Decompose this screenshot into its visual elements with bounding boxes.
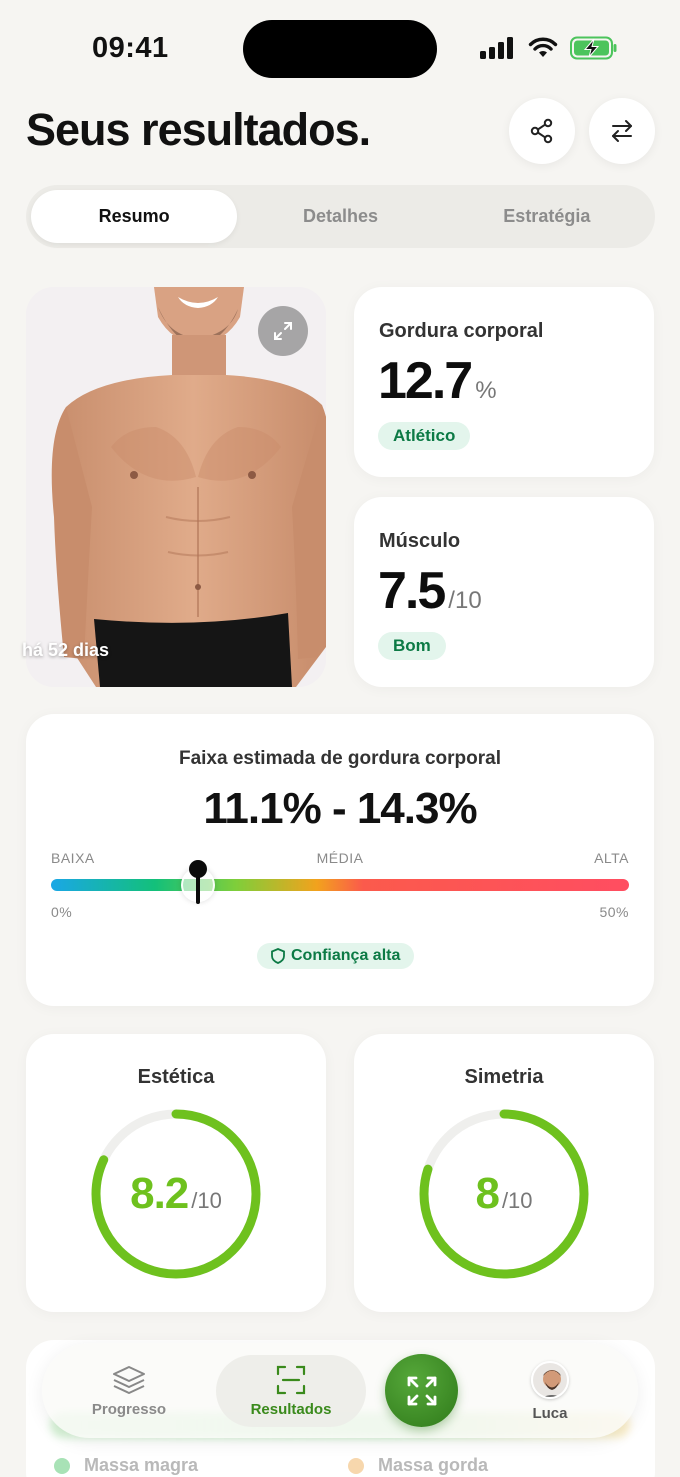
muscle-card[interactable]: Músculo 7.5/10 Bom [354,497,654,687]
scan-frame-icon [276,1365,306,1394]
scale-min-label: 0% [51,904,73,920]
dynamic-island [243,20,437,78]
expand-icon [274,322,292,340]
shield-icon [271,948,285,964]
fat-mass-dot [348,1457,364,1474]
status-bar: 09:41 [0,0,680,100]
segmented-tabs: Resumo Detalhes Estratégia [26,185,655,248]
aesthetics-card[interactable]: Estética 8.2/10 [26,1034,326,1312]
compare-button[interactable] [589,98,655,164]
aesthetics-unit: /10 [191,1188,222,1213]
status-time: 09:41 [92,32,169,64]
legend-fat-mass: Massa gorda [348,1455,488,1476]
lean-mass-dot [54,1457,70,1474]
share-button[interactable] [509,98,575,164]
muscle-number: 7.5 [378,562,446,620]
range-marker-stem [195,874,200,904]
confidence-text: Confiança alta [291,947,401,964]
aesthetics-label: Estética [137,1066,215,1088]
nav-results-label: Resultados [250,1400,332,1418]
layers-icon [113,1365,145,1394]
page-title: Seus resultados. [26,104,371,155]
muscle-badge: Bom [378,632,446,660]
symmetry-card[interactable]: Simetria 8/10 [354,1034,654,1312]
aesthetics-value: 8.2 [130,1169,189,1218]
aesthetics-score: 8.2/10 [26,1169,326,1219]
body-fat-label: Gordura corporal [379,320,544,342]
expand-photo-button[interactable] [258,306,308,356]
legend-lean-mass: Massa magra [54,1455,198,1476]
scale-high-label: ALTA [594,850,629,866]
confidence-badge: Confiança alta [257,943,415,969]
tab-resumo[interactable]: Resumo [31,190,238,243]
nav-progress-label: Progresso [91,1400,167,1418]
muscle-label: Músculo [379,530,461,552]
body-fat-range-card: Faixa estimada de gordura corporal 11.1%… [26,714,654,1006]
tab-estrategia[interactable]: Estratégia [444,190,650,243]
avatar [531,1360,569,1399]
share-icon [530,118,553,144]
symmetry-unit: /10 [501,1188,533,1213]
nav-results[interactable]: Resultados [216,1355,366,1427]
nav-profile-label: Luca [532,1404,568,1422]
photo-date-caption: há 52 dias [22,640,110,660]
muscle-value: 7.5/10 [378,561,482,621]
muscle-unit: /10 [448,587,482,614]
body-fat-badge: Atlético [378,422,471,450]
body-fat-card[interactable]: Gordura corporal 12.7% Atlético [354,287,654,477]
body-fat-value: 12.7% [378,351,497,411]
battery-charging-icon [570,36,617,60]
range-gradient-bar [51,879,629,891]
wifi-icon [528,37,558,57]
avatar-image [533,1362,567,1397]
body-fat-number: 12.7 [378,352,473,410]
symmetry-label: Simetria [464,1066,544,1088]
swap-arrows-icon [612,120,632,142]
nav-progress[interactable]: Progresso [54,1355,204,1427]
cellular-signal-icon [480,37,513,59]
range-marker-dot [188,860,207,878]
scale-mid-label: MÉDIA [316,850,364,866]
scan-button[interactable] [385,1354,458,1427]
body-fat-unit: % [475,377,497,404]
symmetry-value: 8 [475,1169,500,1218]
fat-mass-label: Massa gorda [378,1455,489,1475]
body-photo-card[interactable] [26,287,326,687]
scan-expand-icon [407,1376,436,1405]
range-title: Faixa estimada de gordura corporal [178,748,502,769]
range-value: 11.1% - 14.3% [203,784,477,833]
lean-mass-label: Massa magra [84,1455,199,1475]
symmetry-score: 8/10 [354,1169,654,1219]
nav-profile[interactable]: Luca [475,1355,625,1427]
scale-max-label: 50% [599,904,629,920]
tab-detalhes[interactable]: Detalhes [237,190,443,243]
status-icons [480,36,618,60]
